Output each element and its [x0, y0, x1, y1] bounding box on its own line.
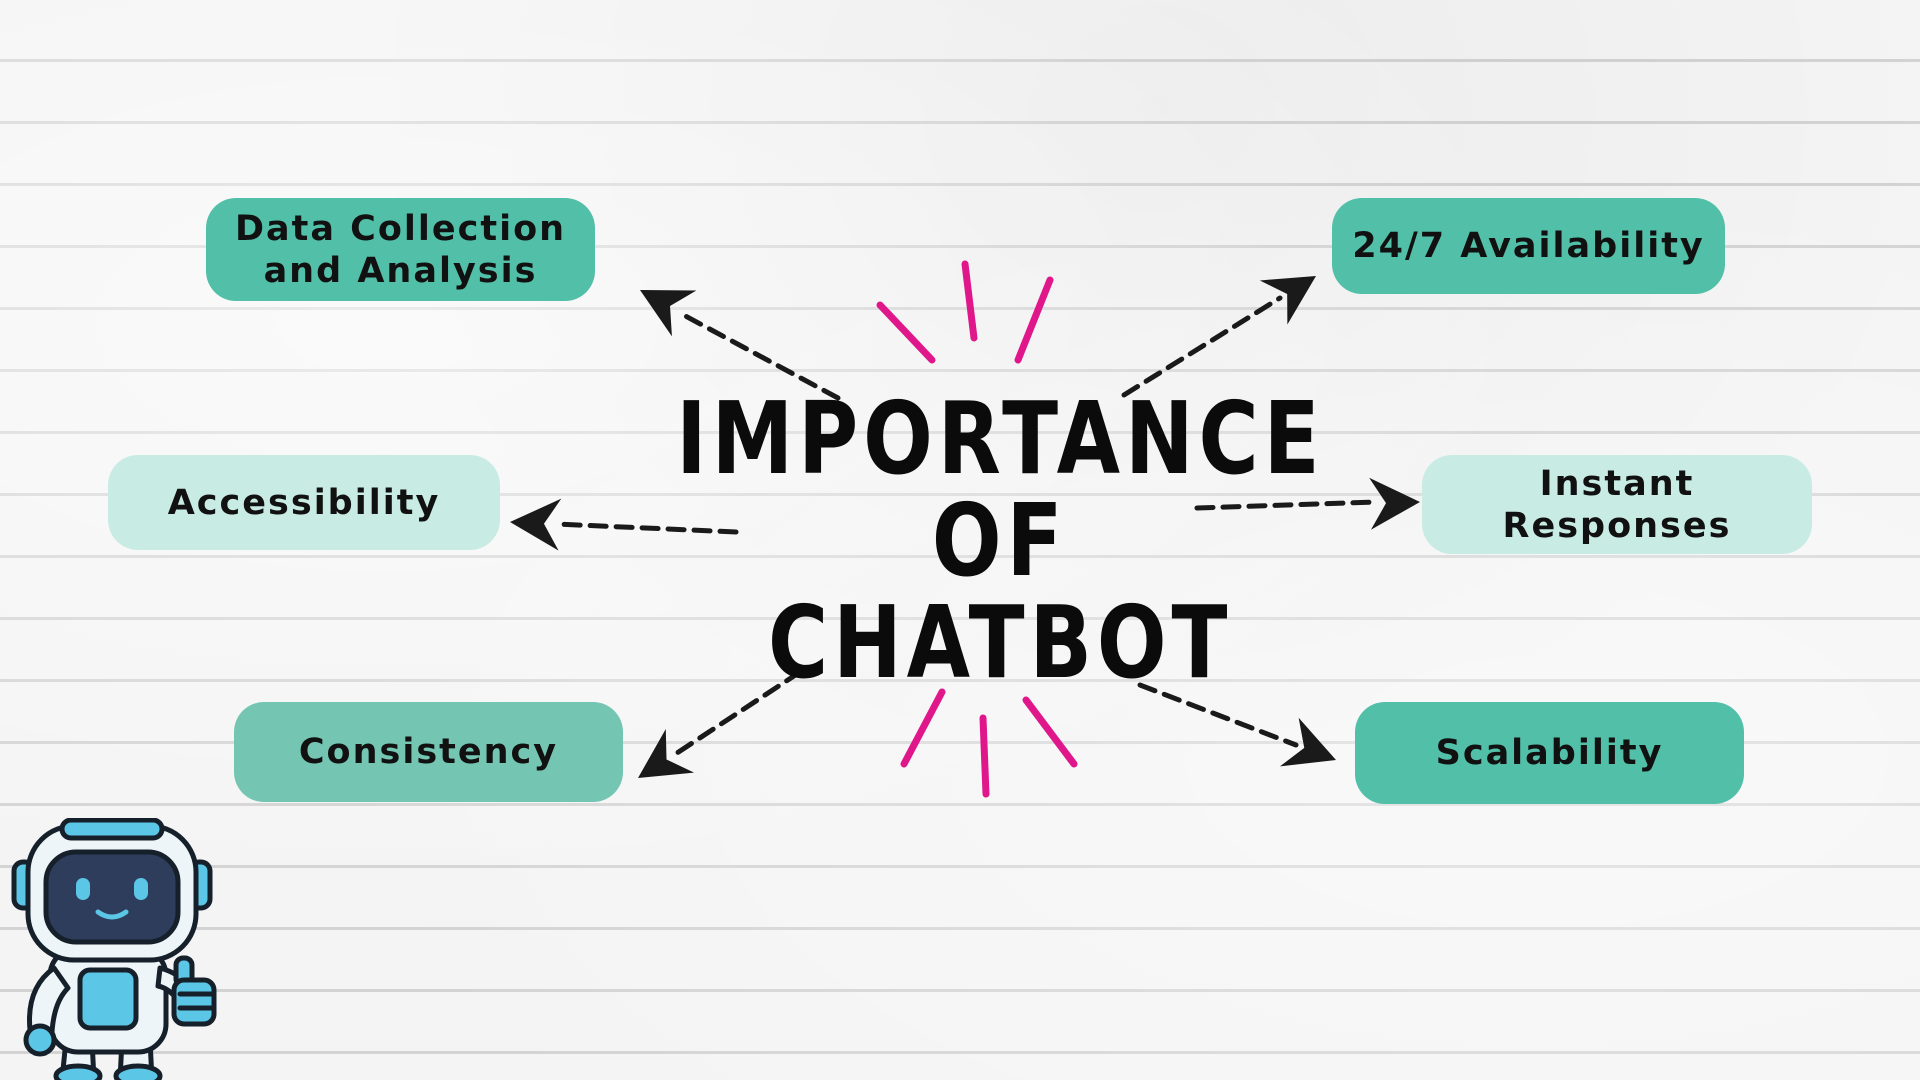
- burst-stroke: [1022, 696, 1078, 768]
- burst-stroke: [1014, 276, 1054, 364]
- arrowhead-consistency-icon: [638, 728, 695, 778]
- topic-scalability: Scalability: [1355, 702, 1744, 804]
- title-line-2: OF: [932, 482, 1068, 599]
- topic-label-instant-responses: Instant Responses: [1502, 463, 1732, 546]
- topic-instant-responses: Instant Responses: [1422, 455, 1812, 554]
- topic-data-collection: Data Collection and Analysis: [206, 198, 595, 301]
- burst-stroke: [900, 688, 946, 768]
- topic-availability: 24/7 Availability: [1332, 198, 1725, 294]
- arrowhead-availability-icon: [1259, 276, 1316, 325]
- arrowhead-instant-responses-icon: [1369, 477, 1420, 530]
- topic-consistency: Consistency: [234, 702, 623, 802]
- arrowhead-accessibility-icon: [510, 498, 562, 551]
- arrowhead-scalability-icon: [1280, 717, 1336, 767]
- topic-label-accessibility: Accessibility: [167, 482, 441, 523]
- diagram-canvas: Data Collection and Analysis 24/7 Availa…: [0, 0, 1920, 1080]
- topic-label-data-collection: Data Collection and Analysis: [234, 208, 567, 291]
- topic-label-availability: 24/7 Availability: [1352, 226, 1705, 266]
- title-line-1: IMPORTANCE: [675, 380, 1325, 497]
- arrowhead-data-collection-icon: [640, 290, 697, 337]
- burst-stroke: [876, 301, 936, 364]
- robot-thumbs-up-icon: [11, 818, 217, 1080]
- topic-label-scalability: Scalability: [1435, 733, 1664, 773]
- burst-stroke: [979, 714, 990, 798]
- central-title: IMPORTANCE OF CHATBOT: [676, 388, 1320, 701]
- topic-accessibility: Accessibility: [108, 455, 500, 550]
- burst-stroke: [961, 260, 978, 342]
- topic-label-consistency: Consistency: [298, 732, 559, 772]
- title-line-3: CHATBOT: [767, 584, 1233, 701]
